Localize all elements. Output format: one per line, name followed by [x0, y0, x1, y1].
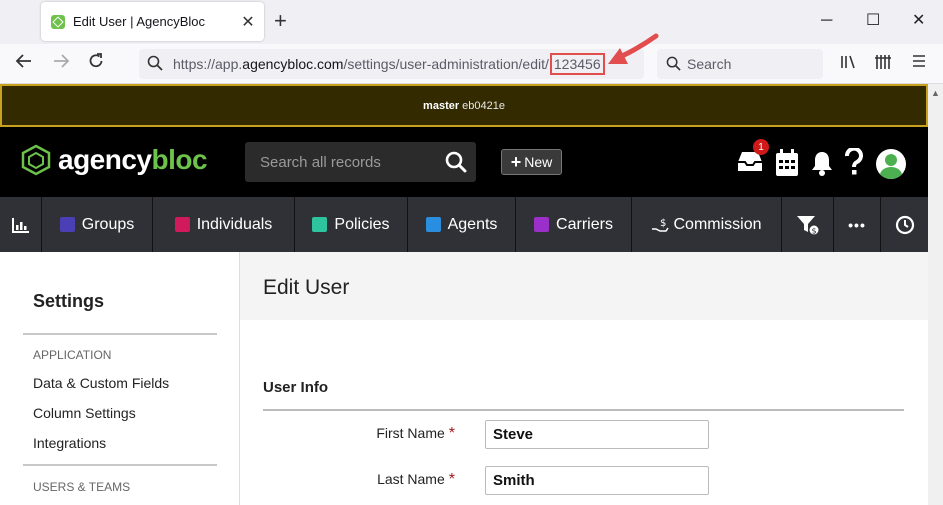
global-search-input[interactable]: Search all records: [245, 142, 476, 182]
environment-banner: master eb0421e: [0, 84, 928, 127]
sidebar-divider: [23, 333, 217, 335]
individuals-color-square: [174, 217, 190, 232]
section-divider: [263, 409, 904, 411]
new-record-button[interactable]: + New: [501, 149, 562, 175]
sidebar-item-integrations[interactable]: Integrations: [33, 435, 106, 451]
nav-individuals[interactable]: Individuals: [153, 197, 295, 252]
svg-text:$: $: [660, 218, 666, 229]
agencybloc-logo[interactable]: agencybloc: [20, 144, 208, 176]
nav-groups-label: Groups: [81, 215, 135, 233]
global-search-placeholder: Search all records: [260, 153, 381, 171]
calendar-icon[interactable]: [775, 149, 799, 182]
app-header: agencybloc Search all records + New: [0, 127, 928, 197]
url-host: agencybloc.com: [242, 56, 344, 72]
browser-search-placeholder: Search: [687, 56, 732, 72]
sidebar-toggle-icon[interactable]: [874, 54, 892, 76]
nav-agents[interactable]: Agents: [408, 197, 516, 252]
logo-text-bloc: bloc: [151, 144, 208, 175]
minimize-icon[interactable]: ─: [821, 10, 832, 32]
scroll-up-icon[interactable]: ▲: [931, 88, 940, 98]
nav-commission-label: Commission: [673, 215, 762, 233]
sidebar-section-application: APPLICATION: [33, 348, 112, 362]
search-icon: [147, 55, 163, 74]
more-icon: •••: [848, 216, 866, 233]
clock-icon: [895, 215, 914, 234]
nav-policies[interactable]: Policies: [295, 197, 408, 252]
maximize-icon[interactable]: ☐: [866, 10, 880, 32]
agents-color-square: [425, 217, 441, 232]
reload-icon[interactable]: [87, 52, 105, 75]
red-arrow-annotation: [608, 33, 659, 64]
filter-dollar-icon: $: [796, 215, 819, 235]
sidebar-item-column-settings[interactable]: Column Settings: [33, 405, 136, 421]
browser-search-field[interactable]: Search: [657, 49, 823, 79]
nav-carriers-label: Carriers: [556, 215, 613, 233]
sidebar-title: Settings: [33, 291, 105, 311]
user-avatar[interactable]: [876, 149, 906, 179]
last-name-label: Last Name *: [255, 471, 455, 489]
forward-icon[interactable]: [52, 52, 70, 75]
nav-recent[interactable]: [881, 197, 928, 252]
first-name-label: First Name *: [255, 425, 455, 443]
browser-toolbar: https://app. agencybloc.com/settings/user…: [0, 44, 943, 84]
close-window-icon[interactable]: ✕: [912, 10, 925, 32]
nav-more[interactable]: •••: [834, 197, 881, 252]
required-icon: *: [448, 471, 455, 488]
browser-tab-strip: Edit User | AgencyBloc ✕ + ─ ☐ ✕: [0, 0, 943, 44]
bell-icon[interactable]: [811, 150, 833, 181]
sidebar-divider: [23, 464, 217, 466]
nav-dashboard[interactable]: [0, 197, 42, 252]
search-icon[interactable]: [445, 151, 467, 177]
module-nav: Groups Individuals Policies Agents Carri…: [0, 197, 928, 252]
chart-icon: [11, 217, 29, 233]
page-scrollbar[interactable]: ▲: [928, 84, 943, 505]
new-tab-button[interactable]: +: [274, 8, 287, 34]
page-title: Edit User: [263, 276, 350, 299]
svg-text:$: $: [811, 226, 816, 235]
commit-hash: eb0421e: [462, 99, 505, 112]
agencybloc-favicon-icon: [51, 14, 65, 29]
hand-dollar-icon: $: [652, 218, 670, 232]
last-name-label-text: Last Name: [377, 471, 445, 487]
logo-text-agency: agency: [58, 144, 152, 175]
sidebar-section-users-teams: USERS & TEAMS: [33, 480, 131, 494]
first-name-label-text: First Name: [376, 425, 445, 441]
back-icon[interactable]: [15, 52, 33, 75]
section-title-user-info: User Info: [263, 379, 329, 396]
first-name-field[interactable]: Steve: [485, 420, 709, 449]
sidebar-item-data-custom-fields[interactable]: Data & Custom Fields: [33, 375, 169, 391]
carriers-color-square: [534, 217, 550, 232]
branch-name: master: [423, 99, 460, 112]
url-record-id: 123456: [549, 53, 605, 75]
nav-groups[interactable]: Groups: [42, 197, 153, 252]
nav-individuals-label: Individuals: [196, 215, 273, 233]
nav-commission-filter[interactable]: $: [782, 197, 834, 252]
new-button-label: New: [524, 154, 553, 170]
help-icon[interactable]: [845, 146, 863, 181]
page-header: Edit User: [240, 252, 928, 320]
tab-close-icon[interactable]: ✕: [236, 12, 260, 32]
last-name-field[interactable]: Smith: [485, 466, 709, 495]
nav-agents-label: Agents: [447, 215, 498, 233]
address-bar[interactable]: https://app. agencybloc.com/settings/user…: [139, 49, 644, 79]
required-icon: *: [448, 425, 455, 442]
menu-icon[interactable]: [912, 54, 926, 74]
notification-badge: 1: [753, 139, 769, 155]
nav-carriers[interactable]: Carriers: [516, 197, 632, 252]
tab-title: Edit User | AgencyBloc: [73, 14, 205, 29]
search-icon: [666, 56, 681, 74]
policies-color-square: [312, 217, 328, 232]
url-path: /settings/user-administration/edit/: [343, 56, 549, 72]
browser-tab[interactable]: Edit User | AgencyBloc ✕: [41, 2, 264, 41]
groups-color-square: [59, 217, 75, 232]
nav-policies-label: Policies: [334, 215, 390, 233]
nav-commission[interactable]: $ Commission: [632, 197, 782, 252]
logo-cube-icon: [21, 144, 51, 176]
settings-sidebar: Settings APPLICATION Data & Custom Field…: [0, 252, 240, 505]
library-icon[interactable]: [840, 54, 856, 76]
plus-icon: +: [510, 152, 522, 172]
url-prefix: https://app.: [173, 56, 243, 72]
